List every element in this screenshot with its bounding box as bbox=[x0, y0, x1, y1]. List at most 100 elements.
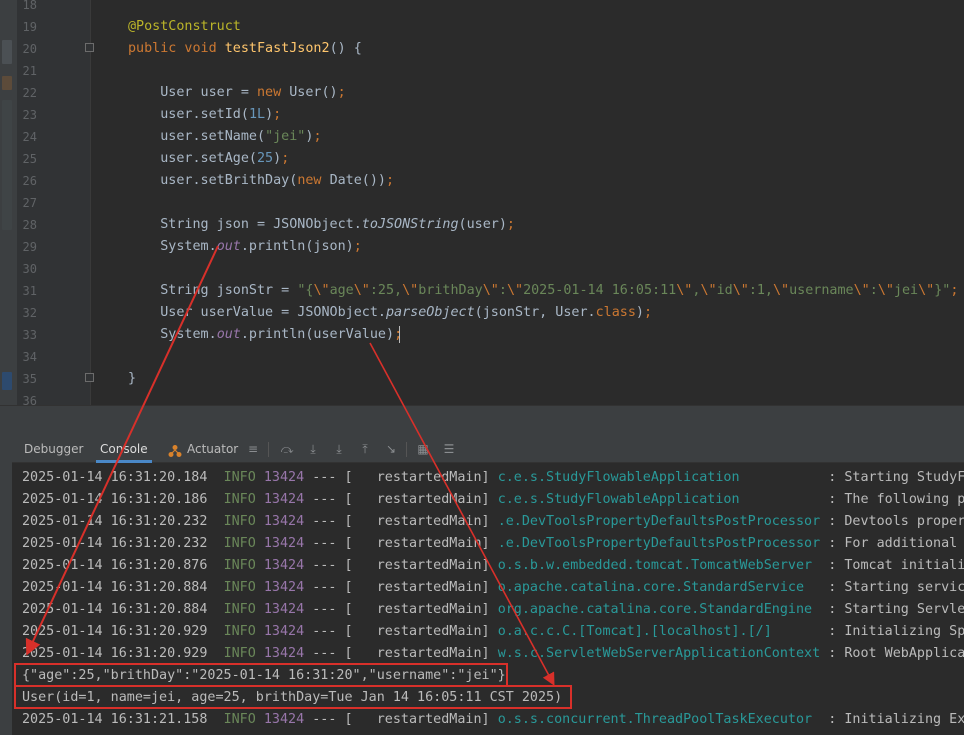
log-logger: .e.DevToolsPropertyDefaultsPostProcessor bbox=[497, 536, 821, 551]
log-timestamp: 2025-01-14 16:31:20.186 bbox=[22, 492, 208, 507]
code-token: class bbox=[595, 305, 636, 320]
log-message: : Initializing Spring bbox=[828, 624, 964, 639]
step-over-icon[interactable]: ⤼ bbox=[280, 442, 294, 456]
code-token: toJSONString bbox=[361, 217, 459, 232]
gutter-separator bbox=[90, 0, 91, 405]
log-logger: w.s.c.ServletWebServerApplicationContext bbox=[497, 646, 821, 661]
tab-debugger[interactable]: Debugger bbox=[24, 436, 83, 463]
log-line: 2025-01-14 16:31:20.929 INFO 13424 --- [… bbox=[22, 621, 964, 643]
log-level: INFO bbox=[223, 558, 256, 573]
log-level: INFO bbox=[223, 470, 256, 485]
log-line: 2025-01-14 16:31:20.186 INFO 13424 --- [… bbox=[22, 489, 964, 511]
code-line: System.out.println(userValue); bbox=[128, 324, 402, 346]
panel-divider[interactable] bbox=[0, 405, 964, 436]
code-token: "{ bbox=[297, 283, 314, 298]
code-token: \" bbox=[732, 283, 749, 298]
log-pid: 13424 bbox=[263, 492, 305, 507]
tool-window-side-strip bbox=[0, 436, 12, 735]
code-token: User() bbox=[289, 85, 338, 100]
step-into-icon[interactable]: ⤓ bbox=[306, 442, 320, 456]
code-token: User userValue = JSONObject. bbox=[128, 305, 386, 320]
force-step-into-icon[interactable]: ⤓ bbox=[332, 442, 346, 456]
code-token: ; bbox=[643, 305, 653, 320]
strip-marker bbox=[2, 100, 12, 230]
code-token: \" bbox=[676, 283, 693, 298]
log-timestamp: 2025-01-14 16:31:20.184 bbox=[22, 470, 208, 485]
code-token: \" bbox=[853, 283, 870, 298]
code-token: \" bbox=[506, 283, 524, 298]
log-pid: 13424 bbox=[263, 646, 305, 661]
tab-actuator[interactable]: Actuator bbox=[187, 436, 238, 463]
log-message: : The following profiles bbox=[828, 492, 964, 507]
code-token: ) bbox=[265, 107, 274, 122]
log-separator: --- [ bbox=[312, 602, 353, 617]
log-timestamp: 2025-01-14 16:31:20.232 bbox=[22, 536, 208, 551]
code-token: \" bbox=[700, 283, 717, 298]
log-level: INFO bbox=[223, 536, 256, 551]
code-token: User user = bbox=[128, 85, 257, 100]
line-number: 18 bbox=[22, 0, 37, 12]
log-thread: restartedMain] bbox=[360, 536, 490, 551]
log-thread: restartedMain] bbox=[360, 492, 490, 507]
log-logger: .e.DevToolsPropertyDefaultsPostProcessor bbox=[497, 514, 821, 529]
log-line: 2025-01-14 16:31:20.232 INFO 13424 --- [… bbox=[22, 533, 964, 555]
log-pid: 13424 bbox=[263, 624, 305, 639]
log-message: : Starting service bbox=[828, 580, 964, 595]
code-token: (user) bbox=[458, 217, 507, 232]
log-message: : For additional web bbox=[828, 536, 958, 551]
log-line: 2025-01-14 16:31:21.158 INFO 13424 --- [… bbox=[22, 709, 964, 731]
log-level: INFO bbox=[223, 646, 256, 661]
log-separator: --- [ bbox=[312, 536, 353, 551]
frames-icon[interactable]: ▦ bbox=[416, 442, 430, 456]
code-token: }" bbox=[934, 283, 951, 298]
log-timestamp: 2025-01-14 16:31:20.884 bbox=[22, 580, 208, 595]
log-pid: 13424 bbox=[263, 470, 305, 485]
log-message: : Tomcat initialized bbox=[828, 558, 964, 573]
code-line: @PostConstruct bbox=[128, 16, 241, 38]
code-line: user.setName("jei"); bbox=[128, 126, 321, 148]
code-token: \" bbox=[773, 283, 790, 298]
code-token: testFastJson2 bbox=[224, 41, 330, 56]
step-out-icon[interactable]: ⤒ bbox=[358, 442, 372, 456]
log-separator: --- [ bbox=[312, 470, 353, 485]
code-token: :25, bbox=[369, 283, 403, 298]
code-token: brithDay bbox=[418, 283, 483, 298]
list-icon[interactable]: ≡ bbox=[246, 442, 260, 456]
run-to-cursor-icon[interactable]: ↘ bbox=[384, 442, 398, 456]
code-token: Date()) bbox=[329, 173, 386, 188]
strip-marker bbox=[2, 372, 12, 390]
log-level: INFO bbox=[223, 624, 256, 639]
code-token: .println(json) bbox=[240, 239, 354, 254]
log-separator: --- [ bbox=[312, 514, 353, 529]
line-number: 30 bbox=[22, 262, 37, 276]
log-pid: 13424 bbox=[263, 514, 305, 529]
line-number: 22 bbox=[22, 86, 37, 100]
log-logger: c.e.s.StudyFlowableApplication bbox=[497, 470, 821, 485]
console-output[interactable]: 2025-01-14 16:31:20.184 INFO 13424 --- [… bbox=[12, 463, 964, 735]
threads-icon[interactable]: ☰ bbox=[442, 442, 456, 456]
fold-toggle-icon[interactable] bbox=[85, 373, 94, 382]
log-timestamp: 2025-01-14 16:31:20.929 bbox=[22, 646, 208, 661]
code-line: String jsonStr = "{\"age\":25,\"brithDay… bbox=[128, 280, 958, 302]
log-line: 2025-01-14 16:31:20.884 INFO 13424 --- [… bbox=[22, 599, 964, 621]
code-token: ; bbox=[337, 85, 346, 100]
log-pid: 13424 bbox=[263, 558, 305, 573]
log-thread: restartedMain] bbox=[360, 470, 490, 485]
code-token: } bbox=[128, 371, 137, 386]
tab-console[interactable]: Console bbox=[96, 436, 152, 463]
code-token: (jsonStr, User. bbox=[474, 305, 596, 320]
log-line: 2025-01-14 16:31:20.929 INFO 13424 --- [… bbox=[22, 643, 964, 665]
log-logger: c.e.s.StudyFlowableApplication bbox=[497, 492, 821, 507]
code-token: :1, bbox=[748, 283, 773, 298]
line-number: 36 bbox=[22, 394, 37, 405]
log-separator: --- [ bbox=[312, 646, 353, 661]
log-thread: restartedMain] bbox=[360, 624, 490, 639]
code-token: new bbox=[297, 173, 330, 188]
log-level: INFO bbox=[223, 514, 256, 529]
fold-toggle-icon[interactable] bbox=[85, 43, 94, 52]
code-token: 25 bbox=[257, 151, 274, 166]
log-thread: restartedMain] bbox=[360, 558, 490, 573]
code-editor[interactable]: 18 19 20 21 22 23 24 25 26 27 28 29 30 31 32 33 34 35 36 @P… bbox=[0, 0, 964, 405]
log-thread: restartedMain] bbox=[360, 602, 490, 617]
line-number: 33 bbox=[22, 328, 37, 342]
